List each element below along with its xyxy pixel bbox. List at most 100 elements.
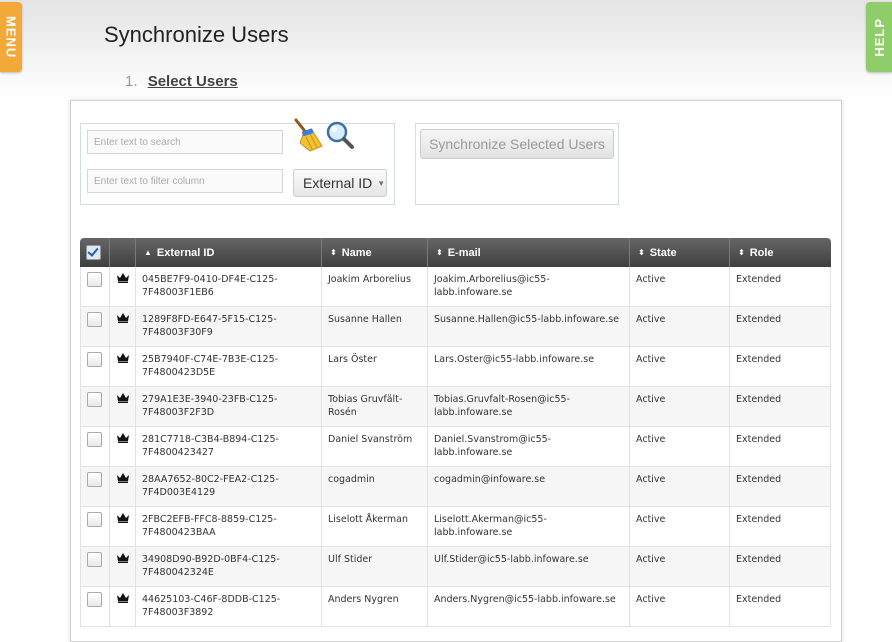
users-grid: ▲ External ID ⬍ Name ⬍ E-mail ⬍ State ⬍ … (80, 238, 831, 627)
content-panel: External ID ▼ Synchronize Selected Users… (70, 100, 842, 642)
row-select-cell[interactable] (80, 267, 110, 306)
table-row[interactable]: 28AA7652-80C2-FEA2-C125-7F4D003E4129 coga… (80, 467, 831, 507)
crown-icon (110, 267, 136, 306)
external-id-cell: 25B7940F-C74E-7B3E-C125-7F4800423D5E (136, 347, 322, 386)
table-row[interactable]: 44625103-C46F-8DDB-C125-7F48003F3892 Ande… (80, 587, 831, 627)
role-cell: Extended (730, 587, 831, 626)
table-row[interactable]: 045BE7F9-0410-DF4E-C125-7F48003F1EB6 Joak… (80, 267, 831, 307)
crown-icon (110, 467, 136, 506)
search-input[interactable] (87, 130, 283, 154)
sort-ascending-icon: ▲ (144, 248, 152, 257)
name-cell: Daniel Svanström (322, 427, 428, 466)
name-cell: Susanne Hallen (322, 307, 428, 346)
menu-tab[interactable]: MENU (0, 2, 22, 72)
row-checkbox[interactable] (87, 592, 102, 607)
help-tab-label: HELP (871, 17, 887, 57)
row-checkbox[interactable] (87, 272, 102, 287)
email-cell: Tobias.Gruvfalt-Rosen@ic55-labb.infoware… (428, 387, 630, 426)
column-header-name[interactable]: ⬍ Name (322, 238, 428, 267)
state-cell: Active (630, 547, 730, 586)
search-box: External ID ▼ (80, 118, 395, 205)
step-link-select-users[interactable]: Select Users (148, 73, 238, 90)
name-cell: Tobias Gruvfält-Rosén (322, 387, 428, 426)
row-select-cell[interactable] (80, 507, 110, 546)
email-cell: cogadmin@infoware.se (428, 467, 630, 506)
column-header-role[interactable]: ⬍ Role (730, 238, 831, 267)
column-header-label: State (649, 246, 677, 259)
external-id-cell: 28AA7652-80C2-FEA2-C125-7F4D003E4129 (136, 467, 322, 506)
table-row[interactable]: 25B7940F-C74E-7B3E-C125-7F4800423D5E Lars… (80, 347, 831, 387)
row-checkbox[interactable] (87, 552, 102, 567)
crown-icon (110, 547, 136, 586)
row-select-cell[interactable] (80, 387, 110, 426)
select-all-checkbox[interactable] (86, 245, 101, 260)
email-cell: Anders.Nygren@ic55-labb.infoware.se (428, 587, 630, 626)
crown-icon (110, 387, 136, 426)
name-cell: cogadmin (322, 467, 428, 506)
row-select-cell[interactable] (80, 307, 110, 346)
column-header-email[interactable]: ⬍ E-mail (428, 238, 630, 267)
row-checkbox[interactable] (87, 352, 102, 367)
row-checkbox[interactable] (87, 432, 102, 447)
menu-tab-label: MENU (3, 15, 19, 59)
external-id-cell: 1289F8FD-E647-5F15-C125-7F48003F30F9 (136, 307, 322, 346)
row-checkbox[interactable] (87, 472, 102, 487)
role-cell: Extended (730, 507, 831, 546)
table-row[interactable]: 281C7718-C3B4-B894-C125-7F4800423427 Dani… (80, 427, 831, 467)
table-row[interactable]: 2FBC2EFB-FFC8-8859-C125-7F4800423BAA Lise… (80, 507, 831, 547)
synchronize-selected-users-button[interactable]: Synchronize Selected Users (420, 129, 614, 159)
state-cell: Active (630, 587, 730, 626)
external-id-cell: 279A1E3E-3940-23FB-C125-7F48003F2F3D (136, 387, 322, 426)
row-select-cell[interactable] (80, 427, 110, 466)
filter-column-dropdown[interactable]: External ID ▼ (293, 169, 387, 197)
external-id-cell: 281C7718-C3B4-B894-C125-7F4800423427 (136, 427, 322, 466)
column-header-label: Role (749, 246, 774, 259)
name-cell: Anders Nygren (322, 587, 428, 626)
select-all-cell[interactable] (80, 238, 110, 267)
row-select-cell[interactable] (80, 347, 110, 386)
role-cell: Extended (730, 387, 831, 426)
role-cell: Extended (730, 547, 831, 586)
row-select-cell[interactable] (80, 467, 110, 506)
state-cell: Active (630, 467, 730, 506)
email-cell: Susanne.Hallen@ic55-labb.infoware.se (428, 307, 630, 346)
sort-icon: ⬍ (638, 248, 645, 257)
state-cell: Active (630, 267, 730, 306)
broom-icon[interactable] (292, 118, 324, 152)
table-row[interactable]: 34908D90-B92D-0BF4-C125-7F480042324E Ulf … (80, 547, 831, 587)
crown-icon (110, 307, 136, 346)
email-cell: Ulf.Stider@ic55-labb.infoware.se (428, 547, 630, 586)
role-cell: Extended (730, 347, 831, 386)
email-cell: Joakim.Arborelius@ic55-labb.infoware.se (428, 267, 630, 306)
grid-body: 045BE7F9-0410-DF4E-C125-7F48003F1EB6 Joak… (80, 267, 831, 627)
column-header-external-id[interactable]: ▲ External ID (136, 238, 322, 267)
help-tab[interactable]: HELP (866, 2, 892, 72)
state-cell: Active (630, 347, 730, 386)
row-select-cell[interactable] (80, 547, 110, 586)
filter-column-selected: External ID (303, 175, 373, 191)
row-checkbox[interactable] (87, 312, 102, 327)
role-cell: Extended (730, 307, 831, 346)
email-cell: Liselott.Akerman@ic55-labb.infoware.se (428, 507, 630, 546)
magnifier-icon[interactable] (325, 120, 355, 150)
external-id-cell: 34908D90-B92D-0BF4-C125-7F480042324E (136, 547, 322, 586)
state-cell: Active (630, 387, 730, 426)
state-cell: Active (630, 507, 730, 546)
column-header-state[interactable]: ⬍ State (630, 238, 730, 267)
sort-icon: ⬍ (436, 248, 443, 257)
row-checkbox[interactable] (87, 512, 102, 527)
sync-box: Synchronize Selected Users (415, 123, 619, 205)
grid-header: ▲ External ID ⬍ Name ⬍ E-mail ⬍ State ⬍ … (80, 238, 831, 267)
page-title: Synchronize Users (104, 22, 289, 47)
external-id-cell: 045BE7F9-0410-DF4E-C125-7F48003F1EB6 (136, 267, 322, 306)
email-cell: Daniel.Svanstrom@ic55-labb.infoware.se (428, 427, 630, 466)
crown-icon (110, 427, 136, 466)
external-id-cell: 2FBC2EFB-FFC8-8859-C125-7F4800423BAA (136, 507, 322, 546)
column-header-label: External ID (156, 246, 215, 259)
sort-icon: ⬍ (330, 248, 337, 257)
row-select-cell[interactable] (80, 587, 110, 626)
table-row[interactable]: 279A1E3E-3940-23FB-C125-7F48003F2F3D Tobi… (80, 387, 831, 427)
table-row[interactable]: 1289F8FD-E647-5F15-C125-7F48003F30F9 Susa… (80, 307, 831, 347)
row-checkbox[interactable] (87, 392, 102, 407)
filter-column-input[interactable] (87, 169, 283, 193)
